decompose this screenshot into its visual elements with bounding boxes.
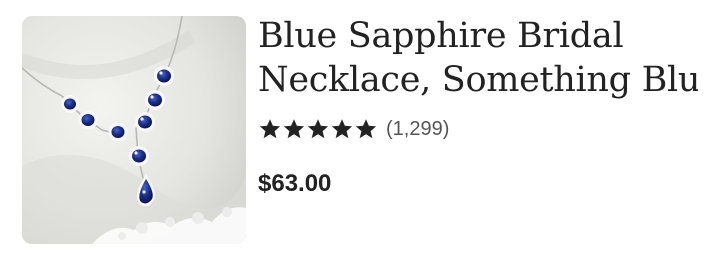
stars-group [258, 117, 378, 141]
product-title-line-2: Necklace, Something Blue... [258, 60, 698, 100]
review-count: (1,299) [386, 117, 450, 140]
star-icon [259, 119, 281, 139]
star-icon [283, 119, 305, 139]
star-icon [331, 119, 353, 139]
star-rating[interactable]: (1,299) [258, 116, 698, 142]
star-icon [307, 119, 329, 139]
star-icon [355, 119, 377, 139]
product-info: Blue Sapphire Bridal Necklace, Something… [258, 14, 698, 198]
product-title-line-1: Blue Sapphire Bridal [258, 16, 624, 56]
product-title[interactable]: Blue Sapphire Bridal Necklace, Something… [258, 14, 698, 102]
product-listing-card[interactable]: Blue Sapphire Bridal Necklace, Something… [0, 0, 720, 258]
necklace-photo-icon [22, 16, 246, 244]
price: $63.00 [258, 170, 332, 197]
product-image[interactable] [22, 16, 246, 244]
